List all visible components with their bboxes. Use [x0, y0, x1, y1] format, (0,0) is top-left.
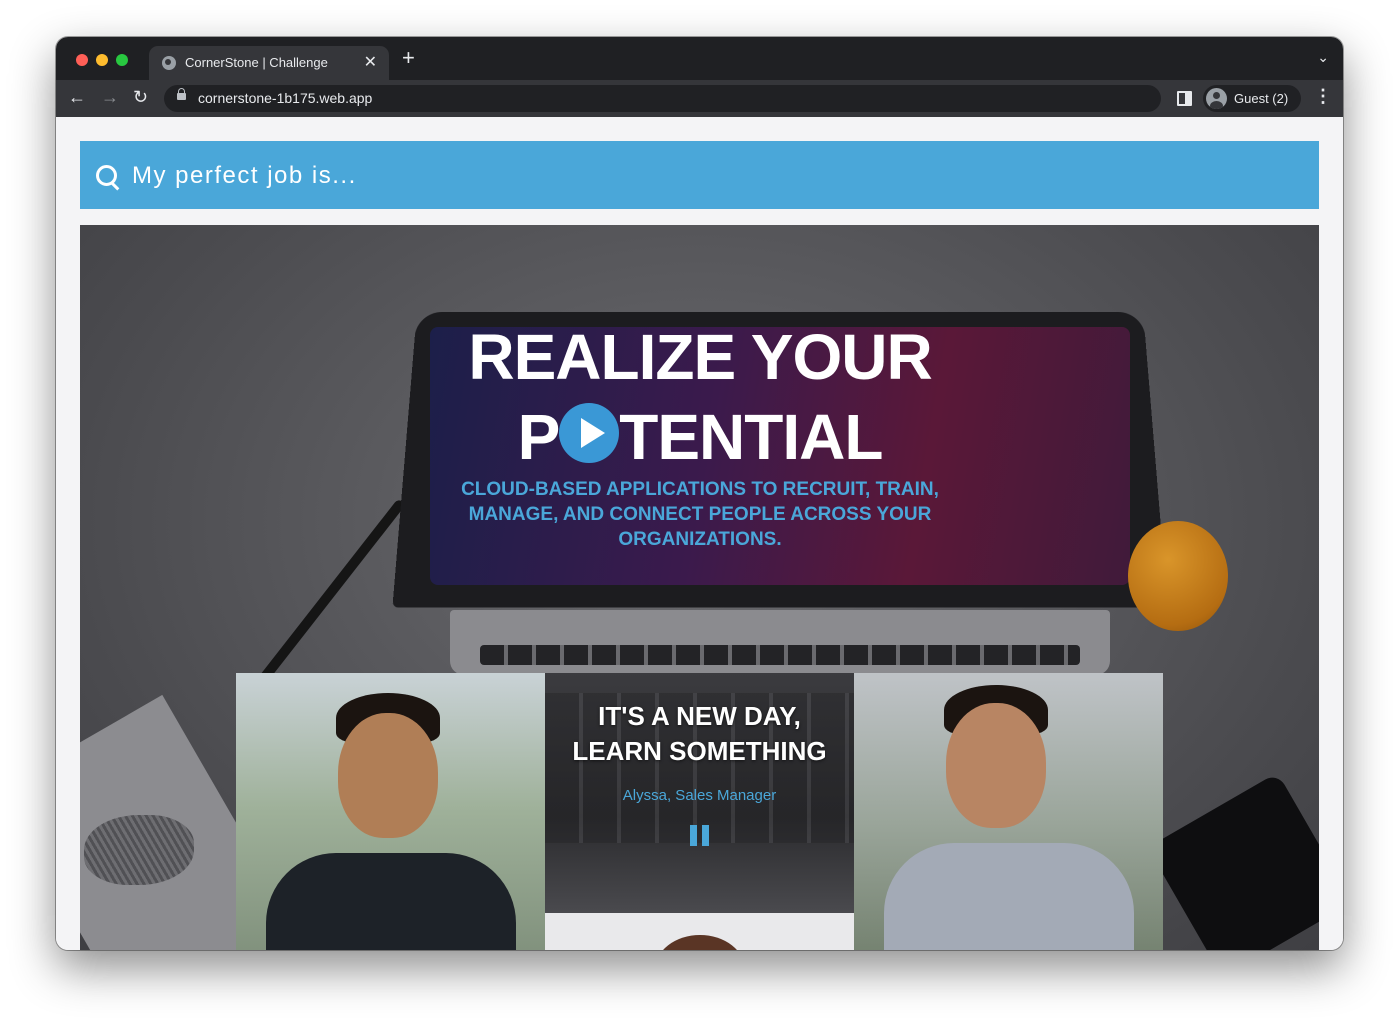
browser-menu-icon[interactable]: ⋮ — [1314, 86, 1332, 107]
employee-photo-right — [854, 673, 1163, 950]
minimize-window-button[interactable] — [96, 54, 108, 66]
pause-icon[interactable] — [686, 823, 714, 849]
employee-photo-left — [236, 673, 545, 950]
profile-button[interactable]: Guest (2) — [1203, 85, 1301, 112]
testimonial-card: IT'S A NEW DAY, LEARN SOMETHING Alyssa, … — [545, 673, 854, 913]
hero-title-line2-end: TENTIAL — [619, 401, 883, 473]
search-icon[interactable] — [96, 165, 117, 186]
shell-sketch-image — [84, 815, 194, 885]
testimonial-quote-line2: LEARN SOMETHING — [572, 736, 827, 766]
keyboard-image — [480, 645, 1080, 665]
lock-icon[interactable] — [177, 88, 186, 100]
reload-button[interactable]: ↻ — [133, 86, 148, 108]
person-head — [946, 703, 1046, 828]
tab-close-icon[interactable]: ✕ — [364, 52, 377, 72]
hero-section: REALIZE YOUR P TENTIAL CLOUD-BASED APPLIC… — [80, 225, 1319, 950]
person-body — [884, 843, 1134, 950]
hero-title-line2-start: P — [517, 401, 561, 473]
testimonial-quote-line1: IT'S A NEW DAY, — [598, 701, 801, 731]
tab-title: CornerStone | Challenge — [185, 55, 328, 70]
address-bar[interactable]: cornerstone-1b175.web.app — [164, 85, 1161, 112]
page-content: REALIZE YOUR P TENTIAL CLOUD-BASED APPLIC… — [56, 117, 1343, 950]
hero-title-line1: REALIZE YOUR — [468, 321, 932, 393]
testimonial-author: Alyssa, Sales Manager — [622, 787, 777, 804]
hero-title: REALIZE YOUR P TENTIAL — [380, 317, 1020, 477]
maximize-window-button[interactable] — [116, 54, 128, 66]
orange-image — [1128, 521, 1228, 631]
tab-strip: CornerStone | Challenge ✕ + ⌄ — [56, 37, 1343, 80]
close-window-button[interactable] — [76, 54, 88, 66]
play-icon[interactable] — [559, 403, 620, 464]
forward-button[interactable]: → — [101, 86, 119, 108]
testimonial-quote: IT'S A NEW DAY, LEARN SOMETHING — [545, 699, 854, 769]
job-search-bar — [80, 141, 1319, 209]
profile-label: Guest (2) — [1234, 91, 1289, 106]
person-head — [338, 713, 438, 838]
person-body — [266, 853, 516, 950]
laptop-base-image — [450, 610, 1110, 675]
browser-window: CornerStone | Challenge ✕ + ⌄ ← → ↻ corn… — [56, 37, 1343, 950]
globe-icon — [162, 56, 176, 70]
browser-toolbar: ← → ↻ cornerstone-1b175.web.app Guest (2… — [56, 80, 1343, 117]
new-tab-button[interactable]: + — [402, 47, 415, 69]
employee-photo-bottom — [545, 913, 854, 950]
job-search-input[interactable] — [130, 155, 1304, 197]
tab-search-icon[interactable]: ⌄ — [1317, 49, 1329, 66]
browser-tab[interactable]: CornerStone | Challenge ✕ — [149, 46, 389, 80]
person-head — [655, 935, 745, 950]
url-text[interactable]: cornerstone-1b175.web.app — [198, 90, 372, 106]
back-button[interactable]: ← — [68, 86, 86, 108]
avatar-icon — [1206, 88, 1227, 109]
hero-title-line2: P TENTIAL — [380, 397, 1020, 477]
hero-subtitle: CLOUD-BASED APPLICATIONS TO RECRUIT, TRA… — [461, 479, 939, 550]
side-panel-icon[interactable] — [1177, 91, 1192, 106]
